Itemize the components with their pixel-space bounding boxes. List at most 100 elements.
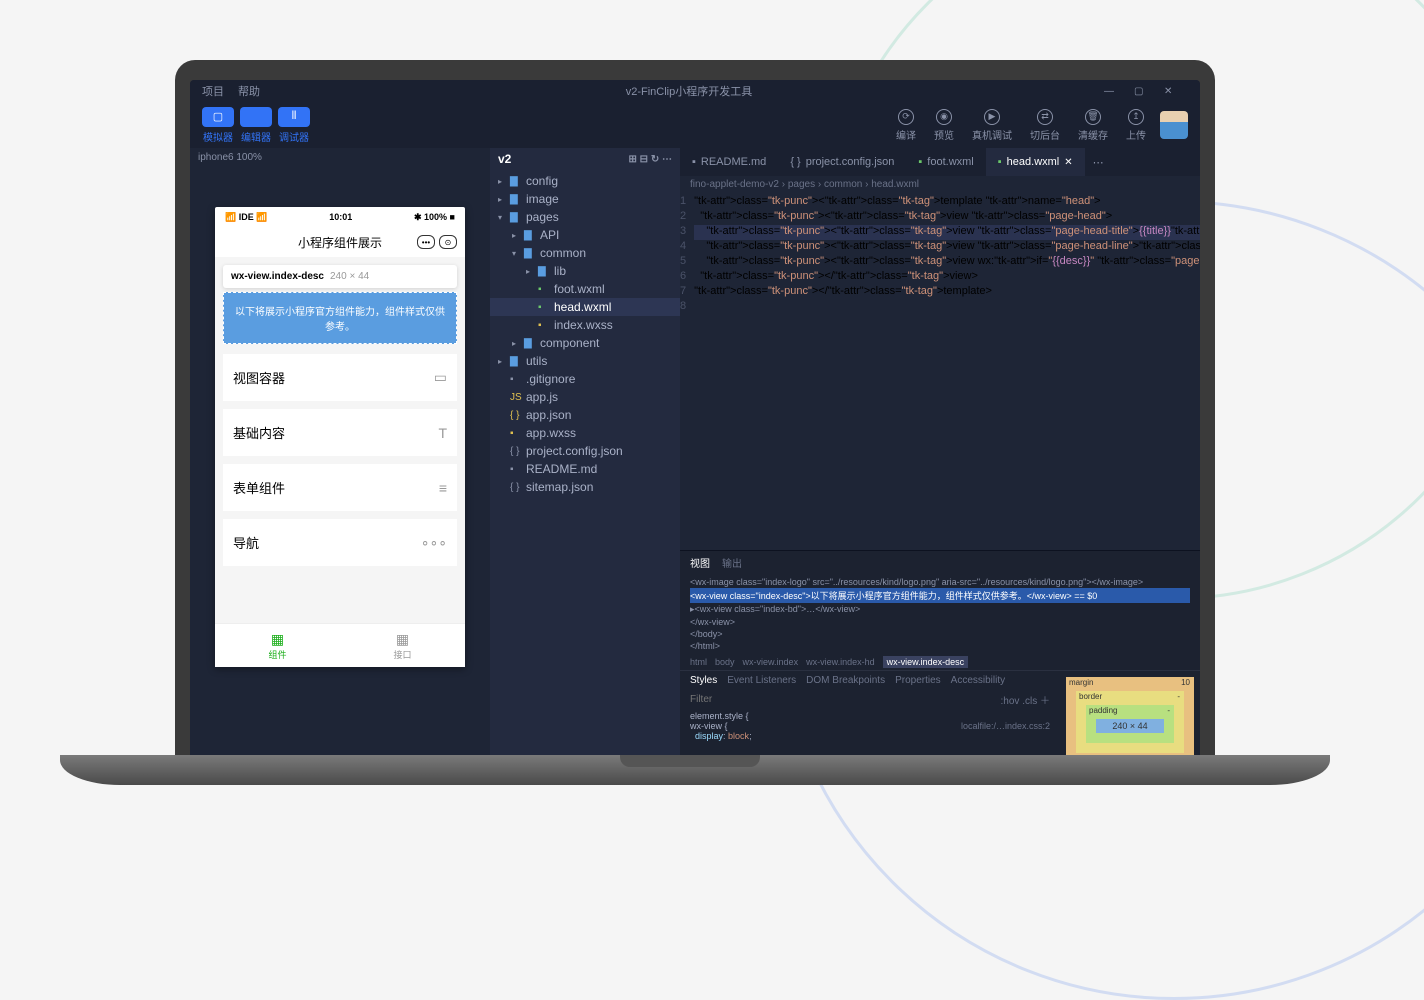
dom-node[interactable]: <wx-image class="index-logo" src="../res… xyxy=(690,576,1190,588)
page-title: 小程序组件展示 xyxy=(298,234,382,251)
action-真机调试[interactable]: ▶真机调试 xyxy=(972,109,1012,142)
breadcrumb-item[interactable]: fino-applet-demo-v2 xyxy=(690,179,788,190)
editor-tab[interactable]: ▪foot.wxml xyxy=(906,148,985,176)
dom-crumb[interactable]: html xyxy=(690,657,707,667)
editor-tab[interactable]: ▪README.md xyxy=(680,148,778,176)
simulator-device-label: iphone6 100% xyxy=(190,148,490,167)
menu-project[interactable]: 项目 xyxy=(202,83,224,99)
phone-preview: 📶 IDE 📶 10:01 ✱ 100% ■ 小程序组件展示 ••• ⊙ xyxy=(215,207,465,667)
dom-crumb[interactable]: wx-view.index-hd xyxy=(806,657,875,667)
tabbar-item[interactable]: ▦接口 xyxy=(340,624,465,667)
dom-node[interactable]: <wx-view class="index-desc">以下将展示小程序官方组件… xyxy=(690,588,1190,603)
explorer-root[interactable]: v2 xyxy=(498,152,511,166)
close-icon[interactable]: ✕ xyxy=(1064,157,1072,168)
item-icon: ∘∘∘ xyxy=(421,534,447,551)
editor-area: ▪README.md{ }project.config.json▪foot.wx… xyxy=(680,148,1200,760)
tree-file[interactable]: JSapp.js xyxy=(490,388,680,406)
capsule-menu-icon[interactable]: ••• xyxy=(417,235,435,249)
mode-编辑器[interactable]: 编辑器 xyxy=(240,107,272,144)
tree-folder[interactable]: ▸▇API xyxy=(490,226,680,244)
window-controls[interactable]: —▢✕ xyxy=(1104,86,1188,97)
laptop-notch xyxy=(620,755,760,767)
styles-subtab[interactable]: Event Listeners xyxy=(727,675,796,686)
breadcrumb-item[interactable]: pages xyxy=(788,179,824,190)
tree-file[interactable]: ▪foot.wxml xyxy=(490,280,680,298)
styles-filter-actions[interactable]: :hov .cls ＋ xyxy=(1001,692,1050,707)
styles-filter-input[interactable] xyxy=(690,692,1001,707)
dom-crumb[interactable]: wx-view.index xyxy=(743,657,799,667)
dom-crumb[interactable]: wx-view.index-desc xyxy=(883,656,969,668)
item-icon: T xyxy=(438,425,447,441)
tree-folder[interactable]: ▾▇common xyxy=(490,244,680,262)
tree-file[interactable]: ▪index.wxss xyxy=(490,316,680,334)
dom-node[interactable]: </wx-view> xyxy=(690,616,1190,628)
box-model: margin10 border- padding- 240 × 44 xyxy=(1060,671,1200,760)
inspect-tooltip: wx-view.index-desc240 × 44 xyxy=(223,265,457,288)
menubar: 项目 帮助 v2-FinClip小程序开发工具 —▢✕ xyxy=(190,80,1200,102)
statusbar-battery: ✱ 100% ■ xyxy=(414,212,455,223)
tab-more-icon[interactable]: ⋯ xyxy=(1085,156,1112,169)
dom-crumbs[interactable]: html body wx-view.index wx-view.index-hd wx-… xyxy=(680,654,1200,670)
list-item[interactable]: 基础内容T xyxy=(223,409,457,456)
breadcrumb: fino-applet-demo-v2pagescommonhead.wxml xyxy=(680,176,1200,193)
statusbar-time: 10:01 xyxy=(329,212,352,222)
css-rules[interactable]: element.style {</span>.index-desc {</div… xyxy=(680,709,1060,743)
highlighted-element: 以下将展示小程序官方组件能力，组件样式仅供参考。 xyxy=(223,292,457,344)
action-编译[interactable]: ⟳编译 xyxy=(896,109,916,142)
dom-node[interactable]: </body> xyxy=(690,628,1190,640)
action-清缓存[interactable]: 🗑清缓存 xyxy=(1078,109,1108,142)
simulator-pane: iphone6 100% 📶 IDE 📶 10:01 ✱ 100% ■ 小程序组… xyxy=(190,148,490,760)
styles-subtab[interactable]: Accessibility xyxy=(951,675,1005,686)
code-editor[interactable]: 12345678 "tk-attr">class="tk-punc"><"tk-… xyxy=(680,193,1200,550)
tree-file[interactable]: { }sitemap.json xyxy=(490,478,680,496)
tree-file[interactable]: ▪head.wxml xyxy=(490,298,680,316)
editor-tabbar: ▪README.md{ }project.config.json▪foot.wx… xyxy=(680,148,1200,176)
breadcrumb-item[interactable]: head.wxml xyxy=(871,179,919,190)
tree-folder[interactable]: ▸▇component xyxy=(490,334,680,352)
tree-folder[interactable]: ▾▇pages xyxy=(490,208,680,226)
dom-node[interactable]: </html> xyxy=(690,640,1190,652)
toolbar: ▢模拟器编辑器⫴调试器 ⟳编译 ◉预览 ▶真机调试 ⇄切后台 🗑清缓存 ↥上传 xyxy=(190,102,1200,148)
tree-folder[interactable]: ▸▇utils xyxy=(490,352,680,370)
item-icon: ▭ xyxy=(434,369,447,386)
dom-node[interactable]: ▸<wx-view class="index-bd">…</wx-view> xyxy=(690,603,1190,616)
list-item[interactable]: 导航∘∘∘ xyxy=(223,519,457,566)
tree-file[interactable]: { }app.json xyxy=(490,406,680,424)
styles-subtab[interactable]: Styles xyxy=(690,675,717,686)
tree-folder[interactable]: ▸▇lib xyxy=(490,262,680,280)
window-title: v2-FinClip小程序开发工具 xyxy=(274,83,1104,99)
action-上传[interactable]: ↥上传 xyxy=(1126,109,1146,142)
editor-tab[interactable]: { }project.config.json xyxy=(778,148,906,176)
tree-file[interactable]: { }project.config.json xyxy=(490,442,680,460)
styles-subtab[interactable]: DOM Breakpoints xyxy=(806,675,885,686)
devtools-tab[interactable]: 视图 xyxy=(690,555,710,570)
file-explorer: v2 ⊞ ⊟ ↻ ⋯ ▸▇config▸▇image▾▇pages▸▇API▾▇… xyxy=(490,148,680,760)
devtools: 视图输出 <wx-image class="index-logo" src=".… xyxy=(680,550,1200,760)
tree-file[interactable]: ▪app.wxss xyxy=(490,424,680,442)
tree-file[interactable]: ▪.gitignore xyxy=(490,370,680,388)
breadcrumb-item[interactable]: common xyxy=(824,179,871,190)
tree-file[interactable]: ▪README.md xyxy=(490,460,680,478)
styles-subtab[interactable]: Properties xyxy=(895,675,941,686)
item-icon: ≡ xyxy=(439,480,447,496)
tabbar-item[interactable]: ▦组件 xyxy=(215,624,340,667)
action-预览[interactable]: ◉预览 xyxy=(934,109,954,142)
avatar[interactable] xyxy=(1160,111,1188,139)
tree-folder[interactable]: ▸▇config xyxy=(490,172,680,190)
dom-tree[interactable]: <wx-image class="index-logo" src="../res… xyxy=(680,574,1200,654)
capsule-close-icon[interactable]: ⊙ xyxy=(439,235,457,249)
mode-模拟器[interactable]: ▢模拟器 xyxy=(202,107,234,144)
statusbar-left: 📶 IDE 📶 xyxy=(225,212,267,223)
mode-调试器[interactable]: ⫴调试器 xyxy=(278,107,310,144)
devtools-tab[interactable]: 输出 xyxy=(722,555,742,570)
laptop-frame: 项目 帮助 v2-FinClip小程序开发工具 —▢✕ ▢模拟器编辑器⫴调试器 … xyxy=(175,60,1215,760)
action-切后台[interactable]: ⇄切后台 xyxy=(1030,109,1060,142)
list-item[interactable]: 视图容器▭ xyxy=(223,354,457,401)
tree-folder[interactable]: ▸▇image xyxy=(490,190,680,208)
dom-crumb[interactable]: body xyxy=(715,657,735,667)
list-item[interactable]: 表单组件≡ xyxy=(223,464,457,511)
ide-window: 项目 帮助 v2-FinClip小程序开发工具 —▢✕ ▢模拟器编辑器⫴调试器 … xyxy=(190,80,1200,760)
menu-help[interactable]: 帮助 xyxy=(238,83,260,99)
editor-tab[interactable]: ▪head.wxml✕ xyxy=(986,148,1085,176)
explorer-actions[interactable]: ⊞ ⊟ ↻ ⋯ xyxy=(629,154,672,165)
